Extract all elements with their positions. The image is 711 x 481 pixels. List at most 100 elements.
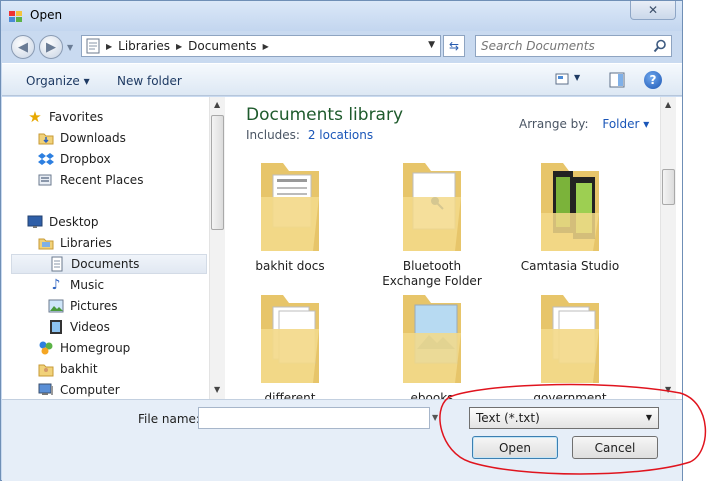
nav-item-downloads[interactable]: Downloads bbox=[38, 128, 126, 148]
nav-item-computer[interactable]: Computer bbox=[38, 380, 120, 400]
libraries-icon bbox=[38, 235, 54, 251]
nav-item-label: Libraries bbox=[60, 236, 112, 250]
breadcrumb-separator-icon[interactable]: ▶ bbox=[176, 42, 182, 51]
includes-label: Includes: bbox=[246, 128, 300, 142]
nav-item-label: Music bbox=[70, 278, 105, 292]
app-icon bbox=[9, 11, 22, 22]
nav-item-recent-places[interactable]: Recent Places bbox=[38, 170, 143, 190]
folder-item[interactable]: Bluetooth Exchange Folder bbox=[372, 157, 492, 289]
file-name-input[interactable] bbox=[198, 407, 430, 429]
folder-item[interactable]: bakhit docs bbox=[230, 157, 350, 274]
dropbox-icon bbox=[38, 151, 54, 167]
navigation-pane: ★ Favorites Downloads Dropbox Recent Pla… bbox=[2, 97, 225, 400]
folder-documents-icon bbox=[541, 295, 599, 383]
nav-item-label: Documents bbox=[71, 257, 140, 271]
computer-icon bbox=[38, 382, 54, 398]
file-list-pane: Documents library Includes: 2 locations … bbox=[226, 97, 676, 405]
scroll-down-arrow-icon[interactable]: ▼ bbox=[665, 385, 671, 394]
breadcrumb-separator-icon[interactable]: ▶ bbox=[106, 42, 112, 51]
open-button[interactable]: Open bbox=[472, 436, 558, 459]
nav-item-music[interactable]: ♪ Music bbox=[48, 275, 105, 295]
nav-pane-scrollbar[interactable]: ▲ ▼ bbox=[209, 97, 225, 399]
address-dropdown-icon[interactable]: ▼ bbox=[428, 40, 435, 50]
scroll-thumb[interactable] bbox=[211, 115, 224, 230]
breadcrumb-documents[interactable]: Documents bbox=[188, 39, 256, 53]
folder-video-icon bbox=[541, 163, 599, 251]
folder-label: Camtasia Studio bbox=[520, 259, 620, 273]
nav-item-label: Computer bbox=[60, 383, 120, 397]
file-name-dropdown-icon[interactable]: ▼ bbox=[432, 413, 438, 422]
file-list-scrollbar[interactable]: ▲ ▼ bbox=[660, 97, 676, 399]
folder-label: Bluetooth Exchange Folder bbox=[372, 259, 492, 289]
recent-pages-chevron-icon[interactable]: ▼ bbox=[67, 43, 73, 52]
folder-item[interactable]: government bbox=[510, 289, 630, 406]
organize-button[interactable]: Organize ▾ bbox=[26, 74, 90, 88]
arrange-by-dropdown[interactable]: Folder ▾ bbox=[602, 117, 649, 131]
nav-item-label: Dropbox bbox=[60, 152, 111, 166]
folder-item[interactable]: different bbox=[230, 289, 350, 406]
refresh-button[interactable]: ⇆ bbox=[443, 35, 465, 57]
user-folder-icon bbox=[38, 361, 54, 377]
library-includes: Includes: 2 locations bbox=[246, 128, 373, 142]
desktop-icon bbox=[27, 214, 43, 230]
folder-bluetooth-icon bbox=[403, 163, 461, 251]
search-input[interactable] bbox=[481, 36, 651, 56]
recent-places-icon bbox=[38, 172, 54, 188]
dialog-footer: File name: ▼ Text (*.txt) ▼ Open Cancel bbox=[2, 399, 682, 481]
search-box[interactable] bbox=[475, 35, 672, 57]
title-bar: Open ✕ bbox=[1, 1, 682, 31]
nav-item-documents[interactable]: Documents bbox=[11, 254, 207, 274]
forward-button[interactable]: ▶ bbox=[39, 35, 63, 59]
nav-item-pictures[interactable]: Pictures bbox=[48, 296, 118, 316]
pictures-icon bbox=[48, 298, 64, 314]
preview-pane-icon[interactable] bbox=[609, 72, 625, 88]
dialog-body: ★ Favorites Downloads Dropbox Recent Pla… bbox=[2, 97, 682, 405]
videos-icon bbox=[48, 319, 64, 335]
breadcrumb-libraries[interactable]: Libraries bbox=[118, 39, 170, 53]
cancel-button[interactable]: Cancel bbox=[572, 436, 658, 459]
file-type-select[interactable]: Text (*.txt) ▼ bbox=[469, 407, 659, 429]
address-bar[interactable]: ▶ Libraries ▶ Documents ▶ ▼ bbox=[81, 35, 441, 57]
close-button[interactable]: ✕ bbox=[630, 1, 676, 20]
view-dropdown-icon[interactable]: ▼ bbox=[574, 73, 580, 82]
folder-item[interactable]: Camtasia Studio bbox=[510, 157, 630, 274]
nav-item-label: bakhit bbox=[60, 362, 98, 376]
nav-item-homegroup[interactable]: Homegroup bbox=[38, 338, 130, 358]
star-icon: ★ bbox=[28, 108, 42, 126]
nav-item-bakhit[interactable]: bakhit bbox=[38, 359, 98, 379]
forward-arrow-icon: ▶ bbox=[46, 39, 56, 55]
file-name-label: File name: bbox=[138, 412, 200, 426]
search-icon[interactable] bbox=[653, 39, 667, 53]
nav-item-label: Homegroup bbox=[60, 341, 131, 355]
locations-link[interactable]: 2 locations bbox=[308, 128, 373, 142]
navigation-bar: ◀ ▶ ▼ ▶ Libraries ▶ Documents ▶ ▼ ⇆ bbox=[1, 31, 682, 63]
help-icon[interactable]: ? bbox=[644, 71, 662, 89]
nav-item-dropbox[interactable]: Dropbox bbox=[38, 149, 111, 169]
scroll-up-arrow-icon[interactable]: ▲ bbox=[665, 100, 671, 109]
nav-item-label: Favorites bbox=[49, 110, 104, 124]
nav-item-libraries[interactable]: Libraries bbox=[38, 233, 112, 253]
back-arrow-icon: ◀ bbox=[18, 39, 28, 55]
nav-item-label: Videos bbox=[70, 320, 110, 334]
scroll-up-arrow-icon[interactable]: ▲ bbox=[214, 100, 220, 109]
folder-item[interactable]: ebooks bbox=[372, 289, 492, 406]
breadcrumb-separator-icon[interactable]: ▶ bbox=[263, 42, 269, 51]
change-view-icon[interactable] bbox=[555, 72, 571, 86]
arrange-by-label: Arrange by: bbox=[519, 117, 589, 131]
chevron-down-icon: ▼ bbox=[645, 413, 652, 422]
scroll-thumb[interactable] bbox=[662, 169, 675, 205]
nav-item-videos[interactable]: Videos bbox=[48, 317, 110, 337]
folder-label-line: Exchange Folder bbox=[382, 274, 482, 288]
nav-item-favorites[interactable]: ★ Favorites bbox=[27, 107, 103, 127]
nav-item-label: Pictures bbox=[70, 299, 118, 313]
nav-item-label: Recent Places bbox=[60, 173, 144, 187]
homegroup-icon bbox=[38, 340, 54, 356]
new-folder-button[interactable]: New folder bbox=[117, 74, 182, 88]
scroll-down-arrow-icon[interactable]: ▼ bbox=[214, 385, 220, 394]
nav-item-desktop[interactable]: Desktop bbox=[27, 212, 99, 232]
folder-documents-icon bbox=[261, 163, 319, 251]
nav-item-label: Desktop bbox=[49, 215, 99, 229]
folder-label: bakhit docs bbox=[255, 259, 325, 273]
command-toolbar: Organize ▾ New folder ▼ ? bbox=[2, 63, 682, 96]
back-button[interactable]: ◀ bbox=[11, 35, 35, 59]
